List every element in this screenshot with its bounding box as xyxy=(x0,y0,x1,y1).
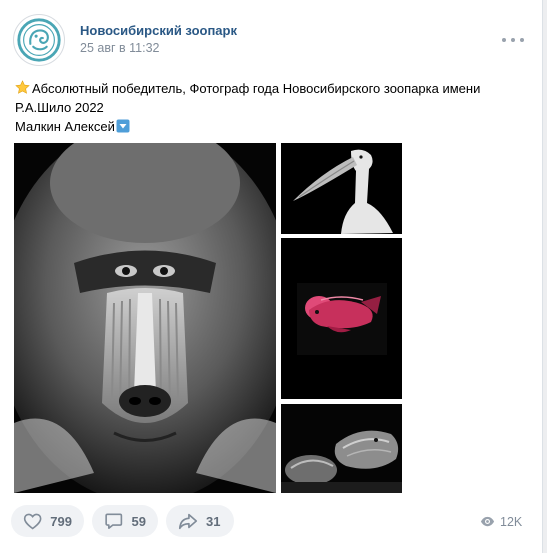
share-button[interactable]: 31 xyxy=(166,505,234,537)
share-arrow-icon xyxy=(178,513,198,530)
eye-icon xyxy=(480,516,495,527)
comment-count: 59 xyxy=(131,513,146,529)
zoo-logo-icon xyxy=(17,18,61,62)
photo-mandrill[interactable] xyxy=(14,143,276,493)
star-icon xyxy=(15,80,30,94)
post-text-line-2: Р.А.Шило 2022 xyxy=(15,100,104,115)
like-button[interactable]: 799 xyxy=(11,505,84,537)
down-arrow-box-icon xyxy=(116,119,130,133)
share-count: 31 xyxy=(206,513,221,529)
post-text-line-3: Малкин Алексей xyxy=(15,119,115,134)
views-count: 12K xyxy=(500,514,523,529)
post-text: Абсолютный победитель, Фотограф года Нов… xyxy=(15,79,535,136)
post-date[interactable]: 25 авг в 11:32 xyxy=(80,41,159,55)
more-dots-icon[interactable] xyxy=(502,33,524,47)
photo-pelican[interactable] xyxy=(281,143,402,234)
group-name-link[interactable]: Новосибирский зоопарк xyxy=(80,23,237,38)
group-avatar[interactable] xyxy=(13,14,65,66)
photo-turtles[interactable] xyxy=(281,404,402,493)
heart-icon xyxy=(23,513,42,530)
comment-button[interactable]: 59 xyxy=(92,505,158,537)
views-counter: 12K xyxy=(480,514,522,529)
like-count: 799 xyxy=(50,513,72,529)
post-text-line-1: Абсолютный победитель, Фотограф года Нов… xyxy=(32,81,481,96)
post-card: Новосибирский зоопарк 25 авг в 11:32 Абс… xyxy=(0,0,543,553)
photo-fish[interactable] xyxy=(281,238,402,399)
comment-icon xyxy=(105,513,123,529)
